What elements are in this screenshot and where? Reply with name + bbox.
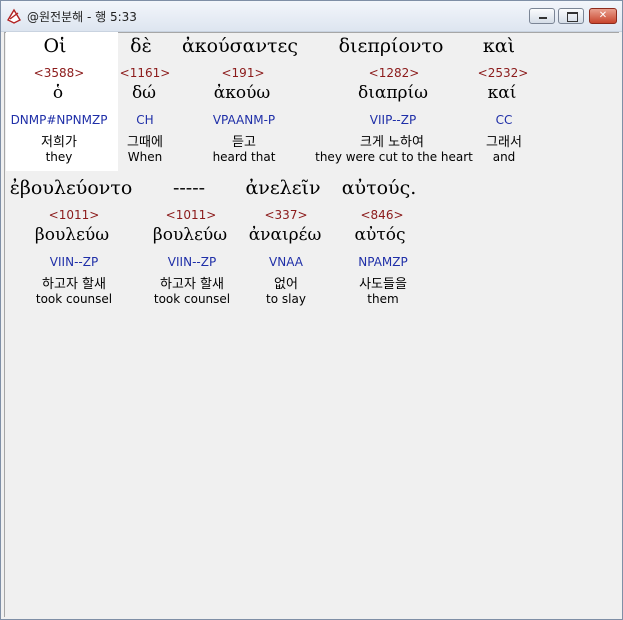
korean-translation: 저희가: [41, 135, 77, 150]
morphology-code: DNMP#NPNMZP: [10, 113, 108, 127]
strong-number[interactable]: <1161>: [120, 66, 171, 80]
korean-translation: 듣고: [232, 135, 256, 150]
greek-word[interactable]: ἀκούσαντες: [182, 35, 298, 57]
strong-number[interactable]: <846>: [360, 208, 403, 222]
lemma: δώ: [131, 83, 157, 103]
korean-translation: 사도들을: [359, 277, 407, 292]
morphology-code: CH: [136, 113, 154, 127]
strong-number[interactable]: <337>: [264, 208, 307, 222]
greek-word[interactable]: διεπρίοντο: [339, 35, 444, 57]
lemma: βουλεύω: [34, 225, 110, 245]
close-icon: ✕: [598, 10, 608, 21]
korean-translation: 없어: [274, 277, 298, 292]
minimize-icon: [530, 9, 554, 23]
greek-word[interactable]: δὲ: [130, 35, 152, 57]
greek-word[interactable]: ἐβουλεύοντο: [10, 177, 133, 199]
korean-translation: 그때에: [127, 135, 163, 150]
greek-word[interactable]: αὐτούς.: [342, 177, 417, 199]
morphology-code: VNAA: [269, 255, 303, 269]
lemma: ὁ: [52, 83, 64, 103]
strong-number[interactable]: <2532>: [478, 66, 529, 80]
korean-translation: 그래서: [486, 135, 522, 150]
window-title: @원전분해 - 행 5:33: [27, 10, 137, 24]
english-gloss: took counsel: [153, 292, 231, 306]
greek-word[interactable]: Οἱ: [43, 35, 66, 57]
strong-number[interactable]: <1011>: [166, 208, 217, 222]
english-gloss: and: [492, 150, 516, 164]
greek-word[interactable]: καὶ: [483, 35, 515, 57]
english-gloss: heard that: [212, 150, 276, 164]
morphology-code: VPAANM-P: [212, 113, 276, 127]
lemma: ἀκούω: [213, 83, 271, 103]
app-icon: [7, 8, 21, 24]
app-window: @원전분해 - 행 5:33 ✕ Οἱ δὲ ἀκούσαντες διεπρί…: [0, 0, 623, 620]
strong-number[interactable]: <191>: [221, 66, 264, 80]
morphology-code: CC: [495, 113, 513, 127]
greek-word[interactable]: -----: [173, 177, 205, 199]
english-gloss: to slay: [266, 292, 306, 306]
morphology-code: VIIN--ZP: [167, 255, 217, 269]
strong-number[interactable]: <1282>: [369, 66, 420, 80]
korean-translation: 하고자 할새: [42, 277, 106, 292]
morphology-code: VIIP--ZP: [369, 113, 417, 127]
english-gloss: they: [45, 150, 73, 164]
korean-translation: 크게 노하여: [360, 135, 424, 150]
english-gloss: took counsel: [35, 292, 113, 306]
english-gloss: they were cut to the heart: [315, 150, 473, 164]
lemma: αὐτός: [354, 225, 406, 245]
morphology-code: VIIN--ZP: [49, 255, 99, 269]
maximize-button[interactable]: [558, 8, 584, 24]
english-gloss: When: [127, 150, 163, 164]
strong-number[interactable]: <3588>: [34, 66, 85, 80]
lemma: ἀναιρέω: [248, 225, 322, 245]
maximize-icon: [559, 9, 583, 23]
close-button[interactable]: ✕: [589, 8, 617, 24]
lemma: καί: [487, 83, 517, 103]
greek-word[interactable]: ἀνελεῖν: [245, 177, 320, 199]
morphology-code: NPAMZP: [358, 255, 408, 269]
korean-translation: 하고자 할새: [160, 277, 224, 292]
english-gloss: them: [367, 292, 399, 306]
minimize-button[interactable]: [529, 8, 555, 24]
strong-number[interactable]: <1011>: [49, 208, 100, 222]
lemma: διαπρίω: [357, 83, 429, 103]
title-bar[interactable]: @원전분해 - 행 5:33 ✕: [1, 1, 622, 32]
lemma: βουλεύω: [152, 225, 228, 245]
